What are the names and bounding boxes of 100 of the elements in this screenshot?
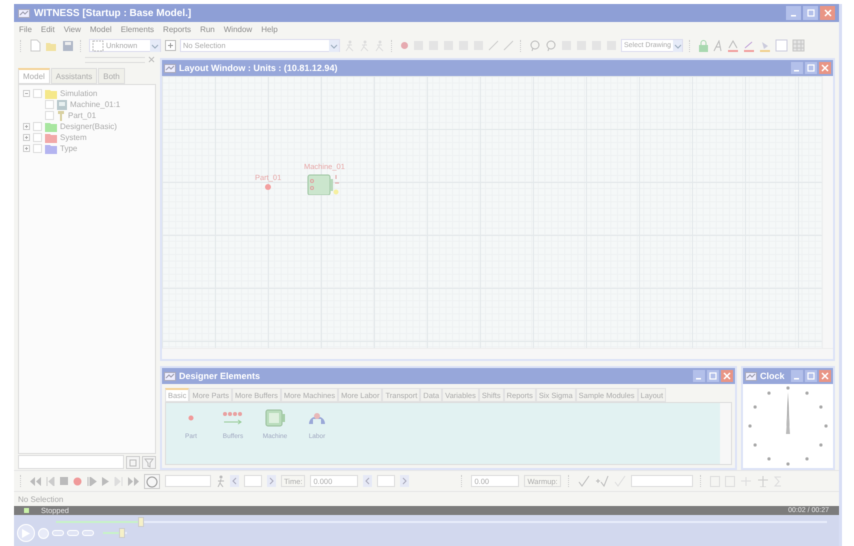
step-icon[interactable] <box>87 476 97 486</box>
checkbox[interactable] <box>45 100 54 109</box>
play-icon[interactable] <box>102 476 109 486</box>
left-arrow-icon[interactable] <box>363 475 372 487</box>
rewind-button[interactable] <box>52 530 64 536</box>
add-check-icon[interactable] <box>594 475 609 487</box>
maximize-button[interactable] <box>805 370 817 382</box>
close-button[interactable] <box>820 6 835 20</box>
input-field[interactable] <box>244 475 262 487</box>
minimize-button[interactable] <box>693 370 705 382</box>
menu-item[interactable]: File <box>19 24 32 34</box>
checkbox[interactable] <box>33 133 42 142</box>
tree-item[interactable]: Type <box>60 144 78 153</box>
tree-item[interactable]: Simulation <box>60 89 98 98</box>
menu-item[interactable]: Help <box>261 24 278 34</box>
italic-a-icon[interactable] <box>713 40 723 52</box>
menu-item[interactable]: Reports <box>163 24 192 34</box>
input-field[interactable] <box>630 475 693 487</box>
fast-forward-icon[interactable] <box>128 476 139 486</box>
frame-icon[interactable] <box>775 39 788 52</box>
sum-icon[interactable] <box>774 476 782 486</box>
right-arrow-icon[interactable] <box>400 475 410 487</box>
filter-icon[interactable] <box>142 456 156 468</box>
network-icon[interactable] <box>740 476 752 486</box>
save-icon[interactable] <box>62 40 74 52</box>
close-button[interactable] <box>721 370 733 382</box>
stop-button[interactable] <box>38 528 49 538</box>
volume-thumb[interactable] <box>119 528 126 538</box>
seek-bar[interactable] <box>56 517 827 527</box>
find-icon[interactable] <box>126 456 140 468</box>
fill-color-icon[interactable] <box>759 40 771 52</box>
menu-item[interactable]: Window <box>224 24 252 34</box>
mute-button[interactable] <box>82 530 94 536</box>
expand-icon[interactable] <box>23 145 30 152</box>
walker-icon[interactable] <box>216 475 225 487</box>
plus-icon[interactable] <box>165 40 176 51</box>
search-field[interactable] <box>18 455 124 469</box>
vertical-scrollbar[interactable] <box>822 76 833 348</box>
minimize-button[interactable] <box>791 370 803 382</box>
record-icon[interactable] <box>73 476 82 486</box>
input-field[interactable] <box>377 475 396 487</box>
balance-icon[interactable] <box>756 476 769 486</box>
close-button[interactable] <box>819 370 831 382</box>
input-field[interactable] <box>165 475 211 487</box>
checkbox[interactable] <box>33 89 42 98</box>
document-icon[interactable] <box>710 476 720 486</box>
minimize-button[interactable] <box>786 6 801 20</box>
forward-button[interactable] <box>67 530 79 536</box>
seek-thumb[interactable] <box>138 517 144 527</box>
tab[interactable]: Model <box>18 68 50 84</box>
vertical-scrollbar[interactable] <box>720 403 731 464</box>
horizontal-scrollbar[interactable] <box>162 348 833 359</box>
lock-icon[interactable] <box>698 40 709 52</box>
menu-item[interactable]: View <box>64 24 81 34</box>
step-forward-icon[interactable] <box>114 476 123 486</box>
expand-icon[interactable] <box>23 134 30 141</box>
part-dot-icon[interactable] <box>265 184 272 190</box>
close-icon[interactable] <box>147 55 156 64</box>
maximize-button[interactable] <box>805 62 817 74</box>
line-icon[interactable] <box>503 40 514 51</box>
menu-item[interactable]: Run <box>200 24 215 34</box>
maximize-button[interactable] <box>803 6 818 20</box>
runner-icon[interactable] <box>344 40 355 52</box>
alarm-clock-icon[interactable] <box>144 474 160 488</box>
grid-icon[interactable] <box>792 39 805 52</box>
checkbox[interactable] <box>33 144 42 153</box>
runner-icon[interactable] <box>359 40 370 52</box>
stop-icon[interactable] <box>60 477 68 485</box>
zoom-icon[interactable] <box>545 40 557 52</box>
runner-icon[interactable] <box>374 40 385 52</box>
right-arrow-icon[interactable] <box>267 475 276 487</box>
tree-item[interactable]: Designer(Basic) <box>60 122 117 131</box>
left-arrow-icon[interactable] <box>230 475 239 487</box>
tab[interactable]: Both <box>98 68 125 84</box>
checkbox[interactable] <box>45 111 54 120</box>
expand-icon[interactable] <box>23 123 30 130</box>
minimize-button[interactable] <box>791 62 803 74</box>
collapse-icon[interactable] <box>23 90 30 97</box>
volume-slider[interactable] <box>103 528 127 538</box>
tree-item[interactable]: Machine_01:1 <box>70 100 120 109</box>
tab[interactable]: Assistants <box>50 68 98 84</box>
check-icon[interactable] <box>614 475 626 487</box>
close-button[interactable] <box>819 62 831 74</box>
font-color-icon[interactable] <box>727 40 739 52</box>
checkbox[interactable] <box>33 122 42 131</box>
menu-item[interactable]: Elements <box>120 24 154 34</box>
menu-item[interactable]: Edit <box>40 24 55 34</box>
new-file-icon[interactable] <box>29 39 41 52</box>
maximize-button[interactable] <box>707 370 719 382</box>
play-button[interactable] <box>17 524 35 542</box>
line-color-icon[interactable] <box>743 40 755 52</box>
menu-item[interactable]: Model <box>90 24 112 34</box>
step-back-icon[interactable] <box>46 476 55 486</box>
zoom-icon[interactable] <box>529 40 541 52</box>
rewind-icon[interactable] <box>30 476 41 486</box>
dot-icon[interactable] <box>400 41 409 50</box>
document-icon[interactable] <box>724 476 735 486</box>
line-icon[interactable] <box>488 40 499 51</box>
tree-item[interactable]: System <box>60 133 87 142</box>
check-icon[interactable] <box>578 475 590 487</box>
